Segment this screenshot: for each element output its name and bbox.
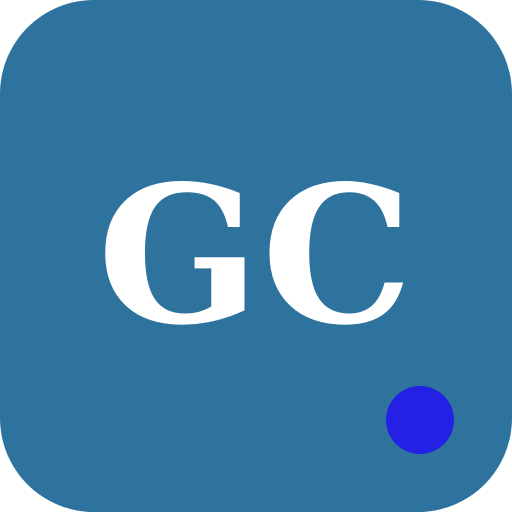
notification-dot-icon [386,386,454,454]
app-icon[interactable]: GC [0,0,512,512]
